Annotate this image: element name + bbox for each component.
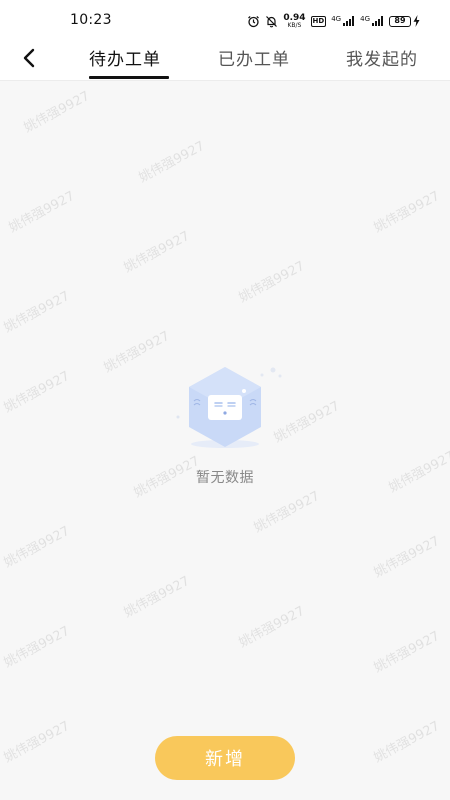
net-speed-unit: KB/S <box>287 21 302 29</box>
charging-icon <box>413 15 420 27</box>
net-speed: 0.94 KB/S <box>283 13 305 29</box>
sim1-network-label: 4G <box>331 15 342 23</box>
hd-badge: HD <box>310 15 327 27</box>
status-icons: 0.94 KB/S HD 4G 4G 89 <box>247 12 420 30</box>
signal-icon-sim1: 4G <box>331 16 355 26</box>
watermark: 姚伟强9927 <box>121 573 193 621</box>
watermark: 姚伟强9927 <box>1 523 73 571</box>
watermark: 姚伟强9927 <box>236 258 308 306</box>
watermark: 姚伟强9927 <box>6 188 78 236</box>
add-button[interactable]: 新增 <box>155 736 295 780</box>
watermark: 姚伟强9927 <box>121 228 193 276</box>
watermark: 姚伟强9927 <box>1 623 73 671</box>
signal-icon-sim2: 4G <box>360 16 384 26</box>
watermark: 姚伟强9927 <box>21 88 93 136</box>
watermark: 姚伟强9927 <box>371 628 443 676</box>
watermark: 姚伟强9927 <box>1 288 73 336</box>
tab-initiated[interactable]: 我发起的 <box>346 45 418 70</box>
watermark: 姚伟强9927 <box>371 718 443 766</box>
watermark: 姚伟强9927 <box>236 603 308 651</box>
alarm-icon <box>247 15 260 28</box>
mute-bell-icon <box>265 15 278 28</box>
watermark: 姚伟强9927 <box>371 188 443 236</box>
watermark: 姚伟强9927 <box>1 368 73 416</box>
watermark: 姚伟强9927 <box>1 718 73 766</box>
watermark: 姚伟强9927 <box>251 488 323 536</box>
status-bar: 10:23 0.94 KB/S HD 4G 4G 89 <box>0 0 450 40</box>
work-order-list[interactable]: 姚伟强9927 姚伟强9927 姚伟强9927 姚伟强9927 姚伟强9927 … <box>0 81 450 800</box>
watermark: 姚伟强9927 <box>386 448 450 496</box>
back-button[interactable] <box>16 44 44 72</box>
battery-icon: 89 <box>389 15 420 27</box>
watermark: 姚伟强9927 <box>136 138 208 186</box>
active-tab-indicator <box>89 76 169 79</box>
status-time: 10:23 <box>70 12 112 28</box>
empty-state: 暂无数据 <box>150 361 300 491</box>
empty-state-text: 暂无数据 <box>196 470 254 486</box>
watermark: 姚伟强9927 <box>371 533 443 581</box>
sim2-network-label: 4G <box>360 15 370 23</box>
chevron-left-icon <box>23 48 35 68</box>
battery-level: 89 <box>389 15 411 27</box>
tab-pending[interactable]: 待办工单 <box>89 45 161 70</box>
empty-box-illustration <box>176 367 282 448</box>
nav-bar: 待办工单 已办工单 我发起的 <box>0 40 450 81</box>
tab-completed[interactable]: 已办工单 <box>218 45 290 70</box>
